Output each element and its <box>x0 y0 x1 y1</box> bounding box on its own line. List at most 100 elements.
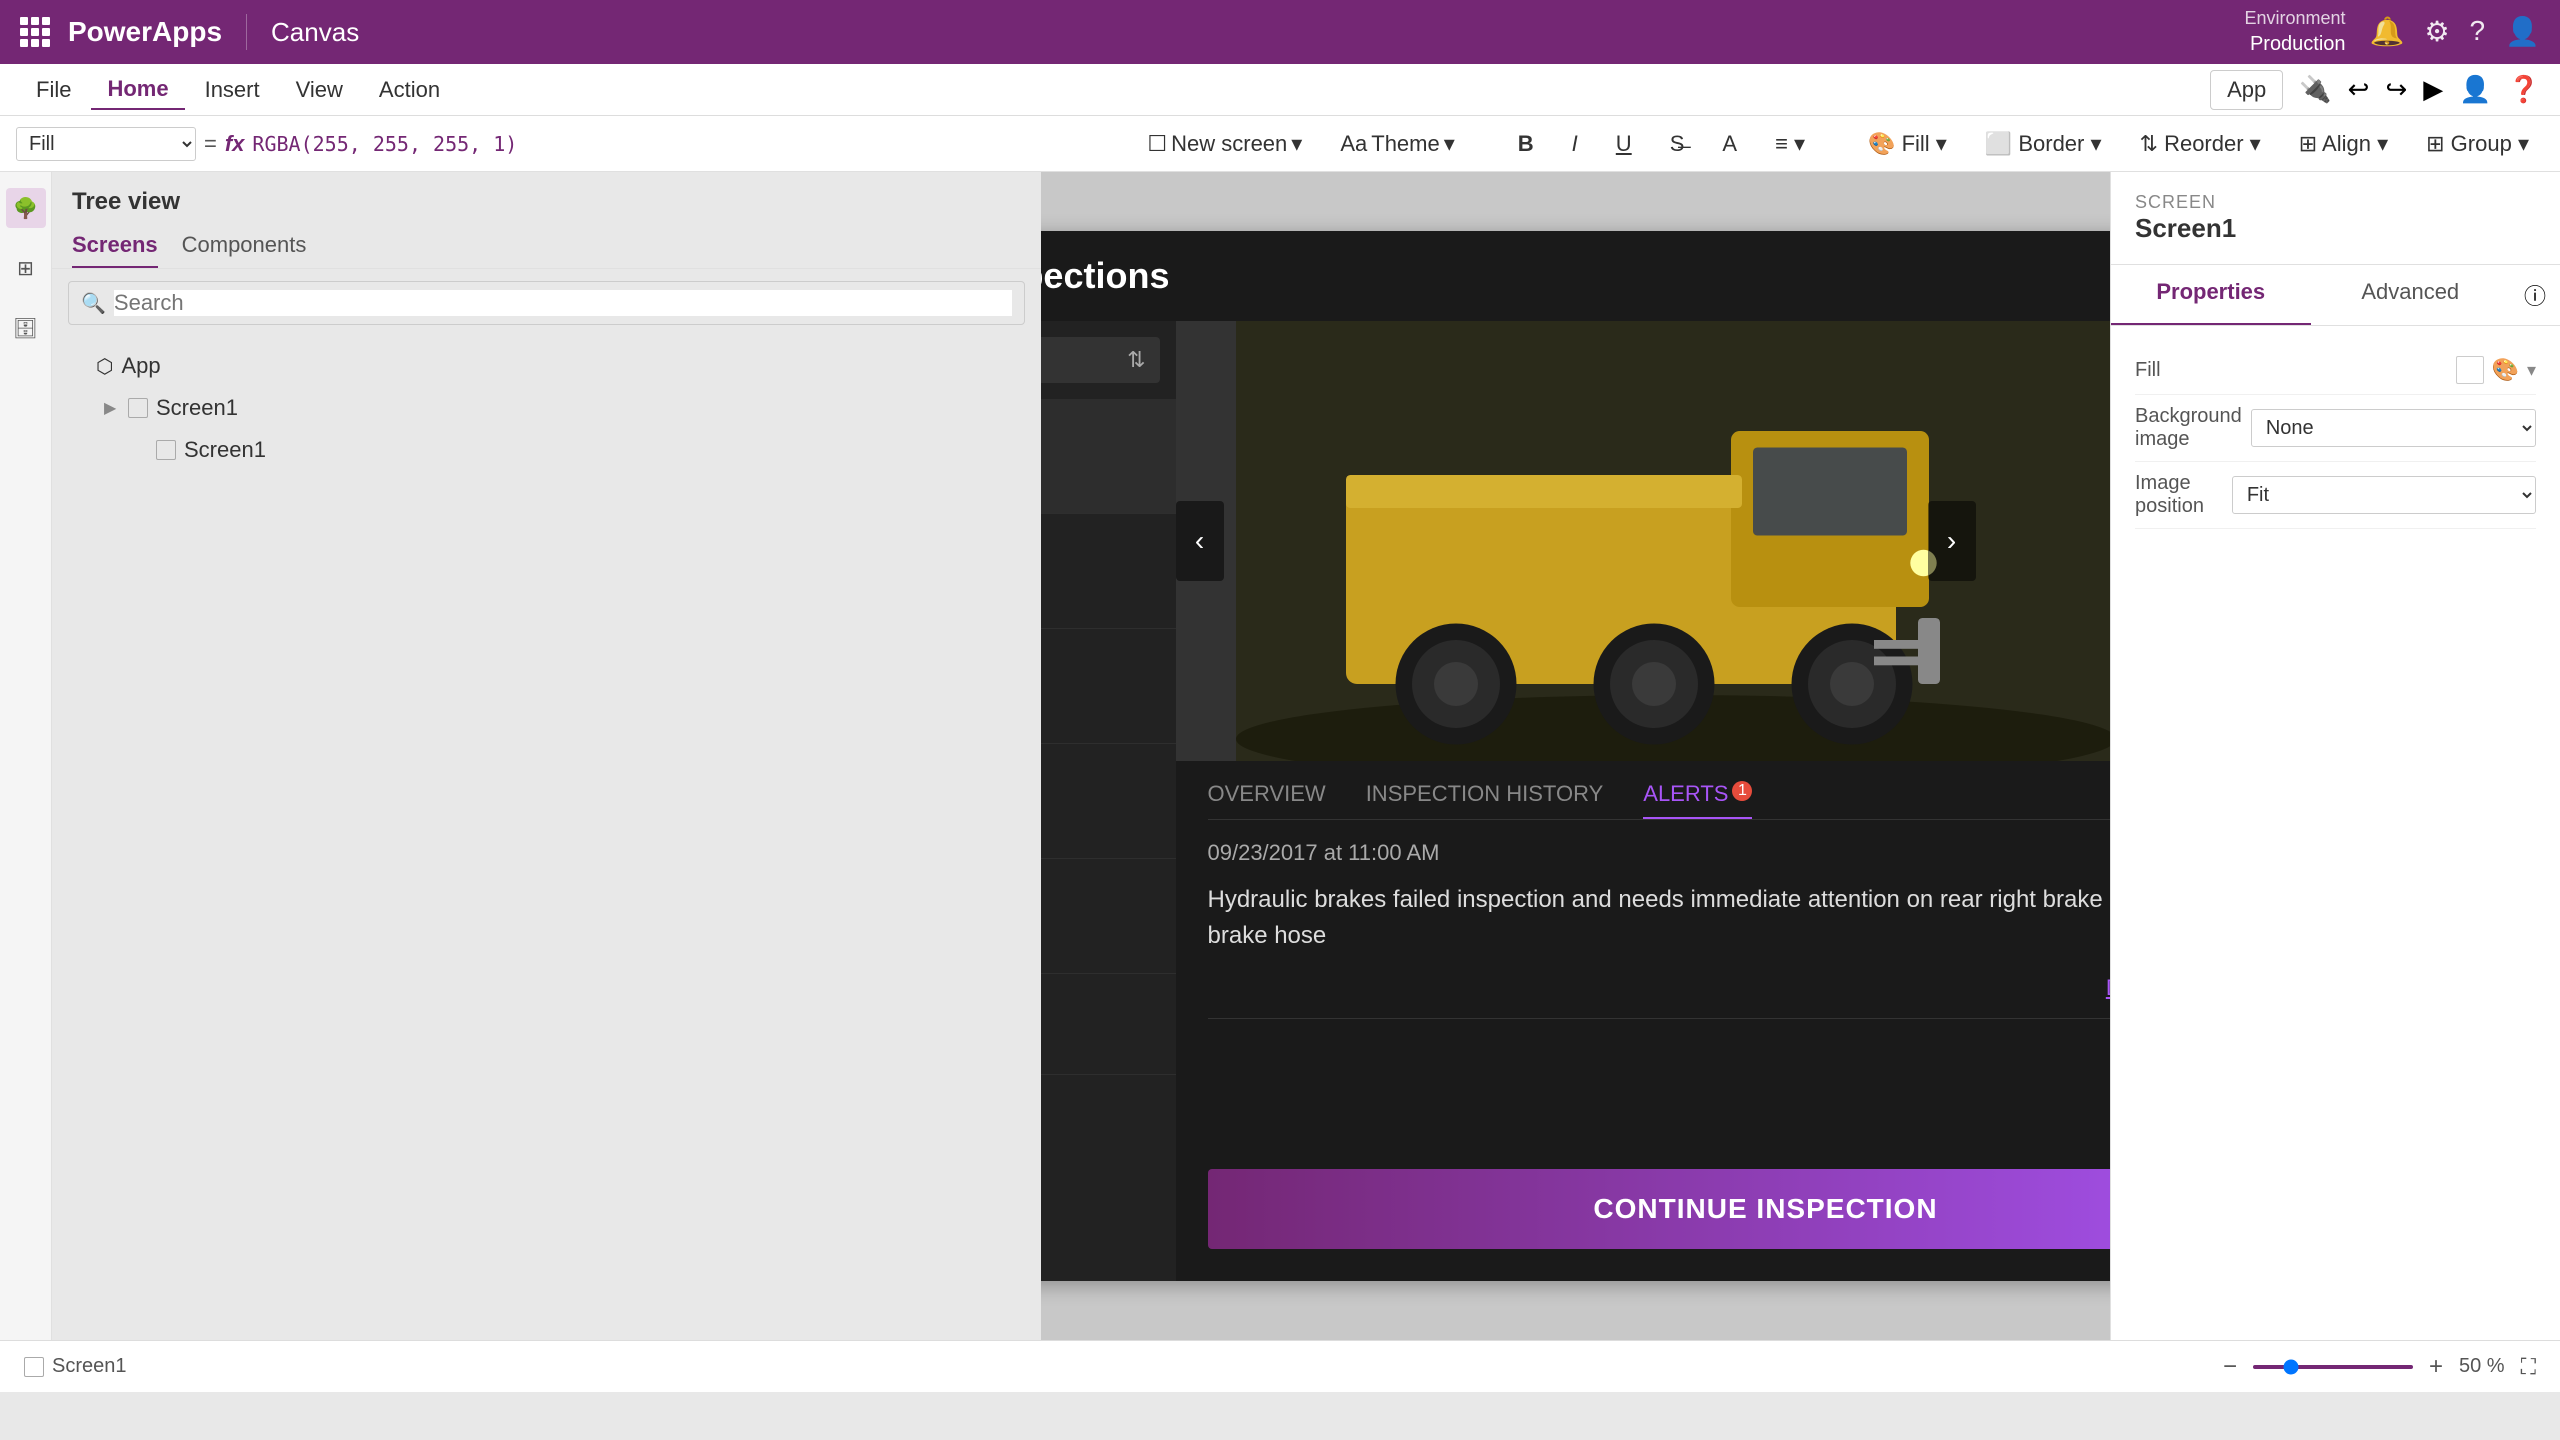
advanced-tab[interactable]: Advanced <box>2311 265 2511 325</box>
image-pos-select[interactable]: Fit <box>2232 476 2536 514</box>
app-body: 🔍 Search for a truck ⇅ 🚛 1ABYD Ba <box>1041 321 2110 1281</box>
tab-inspection-history[interactable]: INSPECTION HISTORY <box>1366 781 1604 819</box>
help-icon[interactable]: ? <box>2470 15 2486 48</box>
settings-icon[interactable]: ⚙ <box>2424 15 2449 48</box>
truck-info-0: 1ABYD Bay - C15 Not started <box>1041 417 1160 495</box>
truck-item-2[interactable]: 🚛 1ABYF Bay - A14 Complete <box>1041 629 1176 744</box>
zoom-in-btn[interactable]: + <box>2429 1353 2443 1381</box>
truck-item-1[interactable]: 🚛 1VSWQ Bay - B52 In progress <box>1041 514 1176 629</box>
menu-action[interactable]: Action <box>363 71 456 109</box>
tab-components[interactable]: Components <box>182 224 307 268</box>
truck-status-3: Complete <box>1041 817 1160 840</box>
info-icon[interactable]: ⓘ <box>2510 265 2560 325</box>
truck-status-0: Not started <box>1041 472 1160 495</box>
menu-file[interactable]: File <box>20 71 87 109</box>
fill-color-swatch[interactable] <box>2456 356 2484 384</box>
data-icon[interactable]: 🗄 <box>6 308 46 348</box>
screen1-checkbox[interactable] <box>128 398 148 418</box>
left-icon-rail: 🌳 ⊞ 🗄 <box>0 172 52 1340</box>
bg-image-select[interactable]: None <box>2251 409 2536 447</box>
app-button[interactable]: App <box>2210 70 2283 110</box>
truck-info-3: 2WBYH Bay - B51 Complete <box>1041 762 1160 840</box>
treeview-icon[interactable]: 🌳 <box>6 188 46 228</box>
fx-button[interactable]: fx <box>225 131 245 157</box>
strikethrough-btn[interactable]: S̶ <box>1655 124 1700 164</box>
truck-id-5: 3ABHH <box>1041 999 1160 1027</box>
fullscreen-btn[interactable]: ⛶ <box>2521 1354 2536 1380</box>
reorder-btn[interactable]: ⇅ Reorder ▾ <box>2125 124 2276 164</box>
tree-item-app[interactable]: ⬡ App <box>52 345 1041 387</box>
tab-screens[interactable]: Screens <box>72 224 158 268</box>
connect-icon[interactable]: 🔌 <box>2299 74 2331 105</box>
top-bar-right: Environment Production 🔔 ⚙ ? 👤 <box>2245 7 2541 56</box>
border-btn[interactable]: ⬜ Border ▾ <box>1970 124 2117 164</box>
alert-badge: 1 <box>1732 781 1752 801</box>
app-title: Today's inspections <box>1041 255 1169 297</box>
prev-image-btn[interactable]: ‹ <box>1176 501 1224 581</box>
align-btn[interactable]: ⊞ Align ▾ <box>2284 124 2403 164</box>
right-panel-tabs: Properties Advanced ⓘ <box>2111 265 2560 326</box>
menu-view[interactable]: View <box>280 71 359 109</box>
properties-tab[interactable]: Properties <box>2111 265 2311 325</box>
components-icon[interactable]: ⊞ <box>6 248 46 288</box>
truck-item-0[interactable]: 🚛 1ABYD Bay - C15 Not started <box>1041 399 1176 514</box>
undo-icon[interactable]: ↩ <box>2348 74 2370 105</box>
fill-btn[interactable]: 🎨 Fill ▾ <box>1853 124 1962 164</box>
zoom-out-btn[interactable]: − <box>2223 1353 2237 1381</box>
align-text-btn[interactable]: ≡ ▾ <box>1760 124 1820 164</box>
right-panel: SCREEN Screen1 Properties Advanced ⓘ Fil… <box>2110 172 2560 1340</box>
main-content: ‹ › <box>1176 321 2111 1281</box>
italic-btn[interactable]: I <box>1557 124 1593 164</box>
redo-icon[interactable]: ↪ <box>2385 74 2407 105</box>
font-color-btn[interactable]: A <box>1707 124 1752 164</box>
tab-overview[interactable]: OVERVIEW <box>1208 781 1326 819</box>
tree-item-screen1[interactable]: ▶ Screen1 <box>52 387 1041 429</box>
alert-timestamp: 09/23/2017 at 11:00 AM <box>1208 840 2111 866</box>
tree-tabs: Screens Components <box>52 224 1041 269</box>
screen-checkbox <box>24 1357 44 1377</box>
truck-id-0: 1ABYD <box>1041 417 1160 445</box>
tree-search[interactable]: 🔍 <box>68 281 1025 325</box>
group-btn[interactable]: ⊞ Group ▾ <box>2411 124 2544 164</box>
canvas-label: Canvas <box>271 17 359 48</box>
screen1-child-checkbox[interactable] <box>156 440 176 460</box>
continue-inspection-btn[interactable]: CONTINUE INSPECTION <box>1208 1169 2111 1249</box>
zoom-slider[interactable] <box>2253 1365 2413 1369</box>
fill-chevron[interactable]: ▾ <box>2527 360 2536 381</box>
image-pos-property-row: Image position Fit <box>2135 462 2536 529</box>
expand-icon-2: ▶ <box>104 398 120 418</box>
grid-icon <box>20 17 50 47</box>
search-input[interactable] <box>114 290 1012 316</box>
sort-icon[interactable]: ⇅ <box>1127 347 1145 373</box>
menu-insert[interactable]: Insert <box>189 71 276 109</box>
new-screen-btn[interactable]: ☐ New screen ▾ <box>1132 124 1317 164</box>
share-icon[interactable]: ❓ <box>2508 74 2540 105</box>
user-avatar-top[interactable]: 👤 <box>2505 15 2540 48</box>
truck-item-5[interactable]: 🚛 3ABHH Bay - B09 <box>1041 974 1176 1075</box>
fill-icon[interactable]: 🎨 <box>2492 357 2519 383</box>
fill-select[interactable]: Fill <box>16 127 196 161</box>
truck-item-4[interactable]: 🚛 1BBWF Bay - F11 Complete <box>1041 859 1176 974</box>
tree-item-screen1-child[interactable]: Screen1 <box>52 429 1041 471</box>
chevron-down-icon: ▾ <box>1291 131 1302 157</box>
truck-item-3[interactable]: 🚛 2WBYH Bay - B51 Complete <box>1041 744 1176 859</box>
menu-home[interactable]: Home <box>91 70 184 110</box>
underline-btn[interactable]: U <box>1601 124 1647 164</box>
bell-icon[interactable]: 🔔 <box>2370 15 2405 48</box>
next-image-btn[interactable]: › <box>1928 501 1976 581</box>
truck-bay-2: Bay - A14 <box>1041 675 1160 698</box>
tab-alerts[interactable]: ALERTS1 <box>1643 781 1752 819</box>
fill-property-label: Fill <box>2135 359 2161 382</box>
main-image: ‹ › <box>1176 321 2111 761</box>
truck-info-5: 3ABHH Bay - B09 <box>1041 999 1160 1050</box>
tree-items: ⬡ App ▶ Screen1 Screen1 <box>52 337 1041 1340</box>
truck-info-2: 1ABYF Bay - A14 Complete <box>1041 647 1160 725</box>
play-icon[interactable]: ▶ <box>2423 74 2443 105</box>
bold-btn[interactable]: B <box>1503 124 1549 164</box>
theme-btn[interactable]: Aa Theme ▾ <box>1325 124 1469 164</box>
user-icon[interactable]: 👤 <box>2459 74 2491 105</box>
toolbar: Fill = fx RGBA(255, 255, 255, 1) ☐ New s… <box>0 116 2560 172</box>
truck-search-bar[interactable]: 🔍 Search for a truck ⇅ <box>1041 337 1160 383</box>
tree-item-screen1-child-label: Screen1 <box>184 437 266 463</box>
toolbar-divider <box>1486 126 1487 162</box>
